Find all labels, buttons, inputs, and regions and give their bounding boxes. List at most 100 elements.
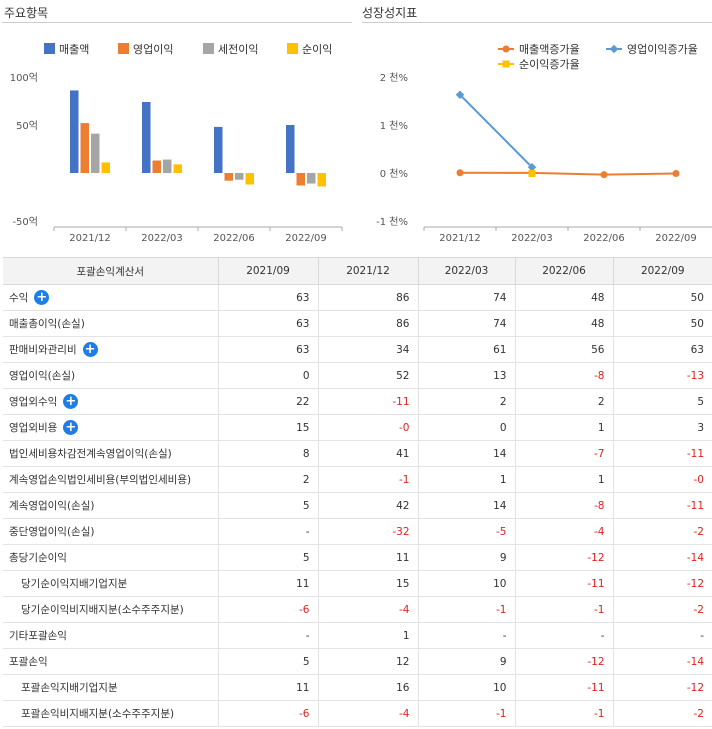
value-cell: 50	[613, 284, 712, 311]
value-cell: 22	[218, 388, 319, 415]
expand-plus-icon[interactable]: +	[63, 394, 79, 410]
legend-label: 영업이익증가율	[627, 43, 698, 56]
bar	[317, 173, 326, 187]
value-cell: 74	[418, 284, 516, 311]
value-cell: -	[418, 622, 516, 649]
value-cell: 52	[318, 362, 419, 389]
value-cell: 48	[515, 310, 614, 337]
bar	[214, 126, 223, 173]
value-cell: 5	[218, 492, 319, 519]
value-cell: 2	[218, 466, 319, 493]
y-tick-label: 100억	[10, 72, 38, 84]
value-cell: 63	[218, 310, 319, 337]
bar	[152, 160, 161, 173]
bar	[307, 173, 316, 184]
x-tick-label: 2022/03	[511, 233, 553, 244]
row-label-cell: 중단영업이익(손실)	[3, 518, 219, 545]
row-label: 영업외비용	[9, 421, 58, 434]
value-cell: -2	[613, 518, 712, 545]
row-label-cell: 수익 +	[3, 284, 219, 311]
value-cell: 13	[418, 362, 516, 389]
row-label-cell: 포괄손익지배기업지분	[3, 674, 219, 701]
legend-label: 순이익증가율	[519, 58, 580, 71]
value-cell: 1	[318, 622, 419, 649]
expand-plus-icon[interactable]: +	[63, 420, 79, 436]
y-tick-label: -1 천%	[376, 216, 408, 228]
value-cell: -14	[613, 544, 712, 571]
value-cell: -11	[515, 674, 614, 701]
row-label-cell: 계속영업이익(손실)	[3, 492, 219, 519]
x-tick-label: 2022/03	[141, 233, 183, 244]
value-cell: 34	[318, 336, 419, 363]
value-cell: -12	[515, 648, 614, 675]
value-cell: 63	[218, 284, 319, 311]
value-cell: 74	[418, 310, 516, 337]
row-label-cell: 당기순이익지배기업지분	[3, 570, 219, 597]
value-cell: -14	[613, 648, 712, 675]
row-label: 당기순이익비지배지분(소수주주지분)	[21, 604, 184, 616]
table-row: 영업외비용 +15 -0 0 1 3	[3, 414, 712, 441]
data-point	[528, 169, 536, 177]
value-cell: 41	[318, 440, 419, 467]
value-cell: 5	[218, 544, 319, 571]
data-point	[456, 169, 464, 177]
header-period: 2021/09	[218, 257, 319, 285]
growth-indicators-panel: 매출액증가율 영업이익증가율 순이익증가율 2 천% 1 천% 0 천% -1 천% 2021…	[362, 22, 712, 251]
table-row: 중단영업이익(손실) - -32 -5 -4 -2	[3, 518, 712, 545]
value-cell: 42	[318, 492, 419, 519]
legend-marker	[502, 45, 510, 53]
row-label-cell: 영업외수익 +	[3, 388, 219, 415]
x-tick-label: 2022/09	[285, 233, 327, 244]
value-cell: -2	[613, 700, 712, 727]
bar	[163, 159, 172, 173]
legend-swatch	[287, 43, 298, 54]
expand-plus-icon[interactable]: +	[34, 290, 50, 306]
value-cell: -8	[515, 492, 614, 519]
value-cell: 2	[515, 388, 614, 415]
expand-plus-icon[interactable]: +	[82, 342, 98, 358]
legend-swatch	[203, 43, 214, 54]
row-label-cell: 계속영업손익법인세비용(부의법인세비용)	[3, 466, 219, 493]
value-cell: 14	[418, 440, 516, 467]
value-cell: -4	[318, 700, 419, 727]
value-cell: -11	[613, 492, 712, 519]
series-line	[459, 94, 533, 168]
row-label-cell: 포괄손익	[3, 648, 219, 675]
row-label-cell: 기타포괄손익	[3, 622, 219, 649]
legend-label: 매출액증가율	[519, 43, 580, 56]
value-cell: -	[218, 622, 319, 649]
value-cell: 50	[613, 310, 712, 337]
table-row: 기타포괄손익 -1- - -	[3, 622, 712, 649]
row-label: 영업이익(손실)	[9, 370, 76, 382]
value-cell: 10	[418, 674, 516, 701]
row-label-cell: 당기순이익비지배지분(소수주주지분)	[3, 596, 219, 623]
y-tick-label: -50억	[12, 216, 38, 228]
row-label: 총당기순이익	[9, 552, 67, 564]
row-label: 영업외수익	[9, 395, 58, 408]
bar	[173, 164, 182, 173]
value-cell: 9	[418, 544, 516, 571]
value-cell: 56	[515, 336, 614, 363]
header-statement-name: 포괄손익계산서	[3, 257, 219, 285]
series-line	[459, 171, 677, 176]
table-header-row: 포괄손익계산서 2021/09 2021/12 2022/03 2022/06 2022/…	[3, 257, 712, 285]
value-cell: 1	[515, 466, 614, 493]
growth-line-chart: 매출액증가율 영업이익증가율순이익증가율 2 천% 1 천% 0 천% -1 천% 2021…	[376, 43, 712, 244]
value-cell: -12	[613, 674, 712, 701]
legend-swatch	[44, 43, 55, 54]
value-cell: -1	[318, 466, 419, 493]
value-cell: -12	[515, 544, 614, 571]
bar	[101, 162, 110, 173]
y-tick-label: 2 천%	[380, 72, 408, 84]
x-tick-label: 2021/12	[69, 233, 111, 244]
table-row: 당기순이익비지배지분(소수주주지분) -6 -4 -1 -1 -2	[3, 596, 712, 623]
bar	[224, 173, 233, 181]
legend-label: 영업이익	[133, 43, 173, 56]
legend-swatch	[118, 43, 129, 54]
bar	[245, 173, 254, 185]
value-cell: 61	[418, 336, 516, 363]
value-cell: -11	[318, 388, 419, 415]
bar	[91, 133, 100, 173]
growth-indicators-title: 성장성지표	[362, 6, 418, 20]
bar	[70, 90, 79, 173]
